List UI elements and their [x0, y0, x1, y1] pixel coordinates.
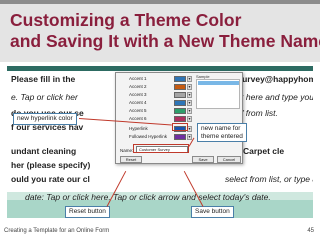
callout-new-hyperlink-color: new hyperlink color [13, 113, 77, 125]
dialog-row-label: Followed Hyperlink [129, 134, 168, 139]
dialog-row-label: Accent 1 [129, 76, 147, 81]
slide-title-line-2: and Saving It with a New Theme Name [10, 31, 320, 51]
callout-new-name-line-1: new name for [201, 125, 241, 132]
screenshot-panel: Please fill in the to survey@happyhome e… [7, 66, 313, 218]
color-swatch[interactable] [174, 116, 186, 122]
callout-new-name-line-2: theme entered [201, 132, 243, 140]
name-field-highlight [133, 144, 189, 153]
chevron-down-icon[interactable]: ▾ [187, 100, 192, 106]
dialog-row-label: Hyperlink [129, 126, 148, 131]
dialog-row-label: Accent 4 [129, 100, 147, 105]
color-swatch[interactable] [174, 84, 186, 90]
sample-preview-header [198, 81, 239, 85]
form-line-7-right: select from list, or type a r [225, 174, 313, 184]
color-swatch[interactable] [174, 92, 186, 98]
footer-text: Creating a Template for an Online Form [4, 228, 110, 234]
form-line-2-left: e. Tap or click her [11, 92, 78, 102]
chevron-down-icon[interactable]: ▾ [187, 76, 192, 82]
form-line-3-right: f from list. [241, 108, 278, 118]
form-line-6-left: her (please specify) [11, 160, 91, 170]
dialog-row-label: Accent 5 [129, 108, 147, 113]
color-swatch[interactable] [174, 108, 186, 114]
color-swatch[interactable] [174, 134, 186, 140]
form-line-5-right[interactable]: Carpet cle [243, 146, 284, 156]
bottom-band [7, 200, 313, 218]
form-line-5-left: undant cleaning [11, 146, 77, 156]
dialog-row-label: Accent 2 [129, 84, 147, 89]
cancel-button[interactable]: Cancel [217, 156, 241, 163]
color-swatch[interactable] [174, 76, 186, 82]
form-line-8: date: Tap or click here. Tap or click ar… [25, 192, 271, 202]
dialog-row-label: Accent 3 [129, 92, 147, 97]
form-line-1-left: Please fill in the [11, 74, 76, 84]
callout-reset-button: Reset button [65, 206, 110, 218]
save-button[interactable]: Save [192, 156, 214, 163]
form-line-7-left: ould you rate our cl [11, 174, 90, 184]
top-band [7, 66, 313, 71]
callout-save-button: Save button [191, 206, 234, 218]
sample-preview [196, 79, 240, 109]
hyperlink-swatch-highlight [172, 123, 188, 131]
slide-title-line-1: Customizing a Theme Color [10, 10, 242, 30]
chevron-down-icon[interactable]: ▾ [187, 108, 192, 114]
chevron-down-icon[interactable]: ▾ [187, 92, 192, 98]
page-number: 45 [307, 228, 314, 234]
chevron-down-icon[interactable]: ▾ [187, 84, 192, 90]
color-swatch[interactable] [174, 100, 186, 106]
name-label: Name: [120, 148, 134, 153]
reset-button[interactable]: Reset [120, 156, 142, 163]
chevron-down-icon[interactable]: ▾ [187, 116, 192, 122]
callout-new-name: new name for theme entered [197, 123, 247, 142]
slide-title-box: Customizing a Theme Color and Saving It … [0, 0, 320, 62]
